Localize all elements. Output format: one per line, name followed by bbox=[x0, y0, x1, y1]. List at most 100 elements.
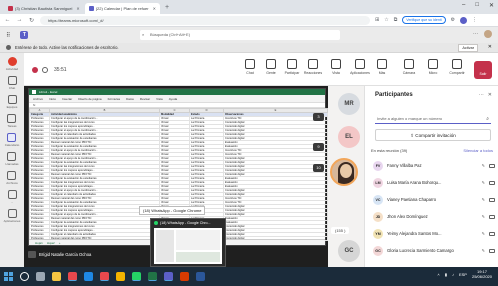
windows-start-icon[interactable] bbox=[4, 272, 13, 281]
volume-icon[interactable]: ♪ bbox=[452, 272, 454, 277]
network-icon[interactable]: ▮ bbox=[445, 272, 447, 277]
edge-icon[interactable] bbox=[84, 272, 93, 281]
leave-button[interactable]: Salir bbox=[474, 61, 492, 79]
toolbar-mic-button[interactable]: Micro bbox=[422, 59, 444, 75]
gallery-tile[interactable]: GC bbox=[331, 240, 367, 262]
gallery-tile[interactable]: EL bbox=[331, 126, 367, 148]
notification-bell-icon bbox=[6, 45, 11, 50]
minimize-button[interactable]: – bbox=[462, 2, 465, 9]
ribbon-tab[interactable]: Datos bbox=[126, 97, 134, 101]
ribbon-tab[interactable]: Fórmulas bbox=[108, 97, 121, 101]
rail-item-tasks[interactable]: Tareas bbox=[7, 114, 17, 128]
ribbon-tab[interactable]: Vista bbox=[156, 97, 163, 101]
rail-item-apps[interactable]: Aplicaciones bbox=[4, 209, 20, 223]
toolbar-reactions-button[interactable]: Reacciones bbox=[302, 59, 324, 75]
tab-close-icon[interactable]: ✕ bbox=[76, 6, 79, 11]
bookmark-star-icon[interactable]: ☆ bbox=[384, 17, 388, 23]
teams-icon[interactable] bbox=[164, 272, 173, 281]
ribbon-tab[interactable]: Revisar bbox=[140, 97, 150, 101]
participant-row[interactable]: VC Vianey Paetiana Chaparro ✎ bbox=[373, 192, 495, 207]
mute-all-button[interactable]: Silenciar a todos bbox=[463, 148, 493, 153]
collections-icon[interactable]: ⧉ bbox=[394, 17, 398, 23]
rail-item-files[interactable]: Archivos bbox=[6, 171, 18, 185]
powerpoint-icon[interactable] bbox=[180, 272, 189, 281]
language-indicator[interactable]: ESP bbox=[459, 272, 467, 277]
chrome-icon-2[interactable] bbox=[100, 272, 109, 281]
share-invitation-button[interactable]: ⇪ Compartir invitación bbox=[375, 129, 491, 141]
invite-input[interactable]: Invite a alguien o marque un número ⌕ bbox=[375, 114, 491, 124]
toolbar-more-button[interactable]: Más bbox=[371, 59, 393, 75]
task-view-icon[interactable] bbox=[36, 272, 45, 281]
close-notification-icon[interactable]: ✕ bbox=[488, 44, 492, 50]
toolbar-share-button[interactable]: Compartir bbox=[446, 59, 468, 75]
chrome-icon[interactable] bbox=[68, 272, 77, 281]
more-options-icon[interactable]: ··· bbox=[473, 31, 478, 37]
apps-grid-icon[interactable]: ⊞ bbox=[375, 17, 379, 23]
share-icon bbox=[452, 59, 462, 69]
verify-identity-button[interactable]: Verifique que su identi bbox=[402, 16, 446, 24]
toolbar-view-button[interactable]: Vista bbox=[325, 59, 347, 75]
toolbar-raise-hand-button[interactable]: Participar bbox=[281, 59, 303, 75]
reload-icon[interactable]: ↻ bbox=[28, 17, 35, 24]
toolbar-chat-button[interactable]: Chat bbox=[239, 59, 261, 75]
gallery-tile[interactable]: MR bbox=[331, 93, 367, 115]
rail-item-calendar[interactable]: Calendario bbox=[5, 133, 19, 147]
search-input[interactable]: ⌕ Búsqueda (Ctrl+Alt+E) bbox=[140, 30, 340, 40]
ribbon-tab[interactable]: Ayuda bbox=[169, 97, 177, 101]
rail-item-more[interactable]: ... bbox=[7, 190, 17, 204]
search-icon[interactable] bbox=[20, 272, 29, 281]
participant-row[interactable]: GC Gloria Lucrecia Sarmiento Camargo ✎ bbox=[373, 243, 495, 258]
participant-avatar: GC bbox=[373, 245, 383, 256]
activate-notifications-button[interactable]: Activar bbox=[458, 44, 478, 52]
browser-tab[interactable]: (3) Christian Bautista Sanmiguel ✕ bbox=[4, 3, 84, 14]
close-window-button[interactable]: ✕ bbox=[489, 2, 494, 9]
participant-row[interactable]: LM Luisa María Arana Bohorqu... ✎ bbox=[373, 175, 495, 190]
participant-photo-face bbox=[340, 164, 352, 178]
toolbar-people-button[interactable]: Gente bbox=[260, 59, 282, 75]
participant-row[interactable]: FV Fanny Villalba Paz ✎ bbox=[373, 158, 495, 173]
rail-item-label: Chat bbox=[8, 86, 16, 90]
rail-item-phone[interactable]: Llamadas bbox=[5, 152, 19, 166]
profile-avatar[interactable] bbox=[460, 16, 468, 24]
ribbon-tab[interactable]: Inicio bbox=[49, 97, 56, 101]
more-icon[interactable]: ··· bbox=[479, 92, 484, 98]
chrome-canary-icon[interactable] bbox=[116, 272, 125, 281]
tab-close-icon[interactable]: ✕ bbox=[153, 6, 156, 11]
participant-avatar: VC bbox=[373, 194, 383, 205]
taskbar-window-preview[interactable]: (18) WhatsApp - Google Chro... bbox=[150, 218, 226, 267]
user-avatar[interactable] bbox=[484, 30, 492, 38]
people-icon bbox=[266, 59, 276, 69]
word-icon[interactable] bbox=[196, 272, 205, 281]
participant-row[interactable]: YM Yeimy Alejandra Santos Mo... ✎ bbox=[373, 226, 495, 241]
chevron-up-icon[interactable]: ˄ bbox=[437, 272, 439, 277]
clock[interactable]: 19:17 25/06/2020 bbox=[472, 269, 492, 279]
back-icon[interactable]: ← bbox=[4, 17, 11, 23]
rail-item-teams[interactable]: Equipos bbox=[7, 95, 17, 109]
extensions-icon[interactable]: ⚙ bbox=[451, 17, 455, 23]
more-participants-button[interactable]: (155 ) bbox=[331, 227, 350, 234]
ribbon-tab[interactable]: Insertar bbox=[62, 97, 72, 101]
file-explorer-icon[interactable] bbox=[52, 272, 61, 281]
browser-tab[interactable]: (22) Calendar | Plan de refuer ✕ bbox=[84, 3, 160, 14]
participant-row[interactable]: JD Jhon Alex Domínguez ✎ bbox=[373, 209, 495, 224]
forward-icon[interactable]: → bbox=[16, 17, 23, 23]
app-launcher-icon[interactable]: ⠿ bbox=[6, 32, 10, 39]
excel-icon[interactable] bbox=[148, 272, 157, 281]
whatsapp-icon[interactable] bbox=[132, 272, 141, 281]
rail-item-chat[interactable]: Chat bbox=[7, 76, 17, 90]
toolbar-camera-button[interactable]: Cámara bbox=[398, 59, 420, 75]
kebab-menu-icon[interactable]: ⋮ bbox=[472, 17, 477, 23]
sheet-tab[interactable]: + bbox=[59, 241, 61, 245]
url-field[interactable]: https://teams.microsoft.com/_#/ bbox=[40, 15, 370, 25]
in-meeting-count[interactable]: En esta reunión (39) bbox=[371, 148, 407, 153]
ribbon-tab[interactable]: Archivo bbox=[33, 97, 43, 101]
new-tab-button[interactable]: + bbox=[161, 3, 173, 14]
close-panel-icon[interactable]: ✕ bbox=[488, 92, 492, 98]
participant-avatar: FV bbox=[373, 160, 383, 171]
toolbar-apps-button[interactable]: Aplicaciones bbox=[349, 59, 371, 75]
sheet-tab[interactable]: Hoja2 bbox=[47, 241, 55, 245]
rail-item-bell[interactable]: Actividad bbox=[6, 57, 18, 71]
sheet-tab[interactable]: Hoja1 bbox=[35, 241, 43, 245]
ribbon-tab[interactable]: Diseño de página bbox=[78, 97, 101, 101]
maximize-button[interactable]: □ bbox=[475, 2, 479, 9]
